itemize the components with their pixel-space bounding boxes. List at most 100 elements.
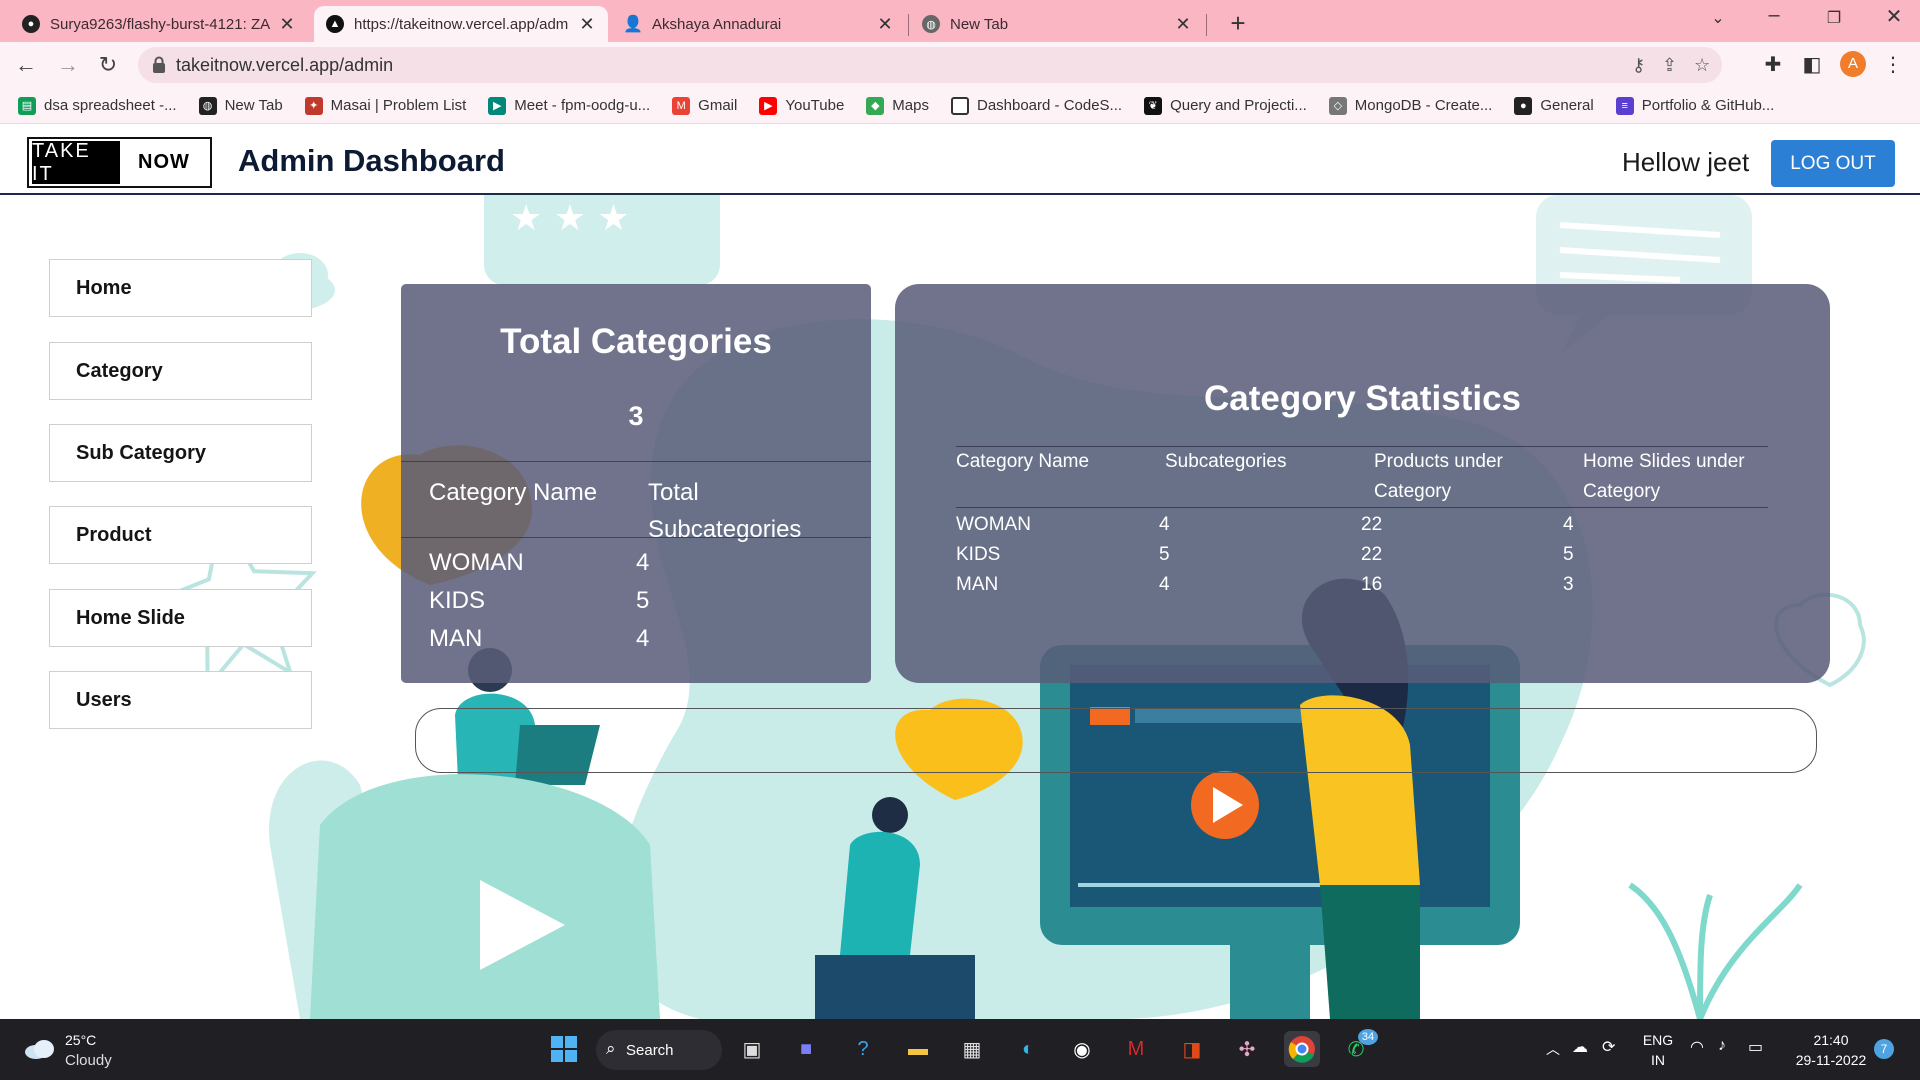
windows-start-icon[interactable] <box>546 1031 582 1067</box>
table-cell-products: 16 <box>1361 574 1383 595</box>
show-hidden-icons-chevron-icon[interactable]: ︿ <box>1546 1039 1560 1059</box>
close-icon[interactable]: ✕ <box>876 14 894 35</box>
star-icon[interactable]: ☆ <box>1694 55 1710 76</box>
bookmark-item[interactable]: ▤ dsa spreadsheet -... <box>18 96 177 115</box>
empty-rounded-panel <box>415 708 1817 773</box>
column-header-category-name: Category Name <box>429 479 598 506</box>
input-region[interactable]: IN <box>1640 1052 1676 1068</box>
bookmark-label: YouTube <box>785 97 845 114</box>
clock-time[interactable]: 21:40 <box>1786 1032 1876 1048</box>
square-icon <box>950 96 969 115</box>
share-icon[interactable]: ⇪ <box>1662 55 1677 76</box>
browser-tab-github[interactable]: ● Surya9263/flashy-burst-4121: ZA ✕ <box>10 6 308 42</box>
bookmark-label: Portfolio & GitHub... <box>1641 97 1775 114</box>
menu-kebab-icon[interactable]: ⋮ <box>1878 50 1908 80</box>
battery-icon[interactable]: ▭ <box>1748 1037 1763 1057</box>
bookmark-label: New Tab <box>224 97 283 114</box>
table-cell-name: KIDS <box>956 544 1001 565</box>
bookmark-item[interactable]: ◍ New Tab <box>198 96 283 115</box>
table-cell-slides: 5 <box>1563 544 1574 565</box>
window-close-icon[interactable]: ✕ <box>1874 4 1914 29</box>
extensions-icon[interactable]: ✚ <box>1758 50 1788 80</box>
file-explorer-icon[interactable]: ▬ <box>900 1031 936 1067</box>
bookmark-label: Masai | Problem List <box>330 97 467 114</box>
logout-button[interactable]: LOG OUT <box>1771 140 1895 187</box>
github-desktop-icon[interactable]: ◉ <box>1064 1031 1100 1067</box>
sidebar-item-home-slide[interactable]: Home Slide <box>49 589 312 647</box>
take-it-now-logo[interactable]: TAKE IT NOW <box>27 137 212 188</box>
sidebar-item-category[interactable]: Category <box>49 342 312 400</box>
sheets-icon: ▤ <box>18 96 36 115</box>
masai-icon: ✦ <box>304 96 323 115</box>
help-icon[interactable]: ? <box>845 1031 881 1067</box>
key-icon[interactable]: ⚷ <box>1632 55 1645 76</box>
total-categories-title: Total Categories <box>500 322 772 361</box>
sidebar-item-users[interactable]: Users <box>49 671 312 729</box>
browser-toolbar: ← → ↻ takeitnow.vercel.app/admin ⚷ ⇪ ☆ ✚… <box>0 42 1920 88</box>
table-cell-subcategories: 4 <box>1159 574 1170 595</box>
bookmark-item[interactable]: ● General <box>1514 96 1594 115</box>
sync-icon[interactable]: ⟳ <box>1602 1037 1615 1057</box>
browser-tab-admin[interactable]: ▲ https://takeitnow.vercel.app/adm ✕ <box>314 6 608 42</box>
bookmark-item[interactable]: ✦ Masai | Problem List <box>304 96 467 115</box>
profile-avatar[interactable]: A <box>1840 51 1866 77</box>
person-icon: 👤 <box>623 16 643 33</box>
mongodb-leaf-icon: ❦ <box>1144 96 1163 115</box>
edge-icon[interactable]: ◐ <box>1010 1031 1046 1067</box>
close-icon[interactable]: ✕ <box>578 14 596 35</box>
sidebar-item-home[interactable]: Home <box>49 259 312 317</box>
wifi-icon[interactable]: ◠ <box>1690 1037 1704 1057</box>
bookmark-item[interactable]: ◆ Maps <box>866 96 929 115</box>
bookmark-item[interactable]: ◇ MongoDB - Create... <box>1328 96 1492 115</box>
microsoft-store-icon[interactable]: ▦ <box>954 1031 990 1067</box>
close-icon[interactable]: ✕ <box>1174 14 1192 35</box>
forward-icon[interactable]: → <box>52 49 84 81</box>
bookmark-item[interactable]: M Gmail <box>672 96 737 115</box>
sidebar-item-sub-category[interactable]: Sub Category <box>49 424 312 482</box>
weather-description[interactable]: Cloudy <box>65 1052 112 1069</box>
back-icon[interactable]: ← <box>10 49 42 81</box>
input-language[interactable]: ENG <box>1640 1032 1676 1048</box>
teams-chat-icon[interactable]: ■ <box>788 1031 824 1067</box>
table-cell-count: 4 <box>636 625 650 652</box>
volume-icon[interactable]: ♪ <box>1718 1037 1726 1055</box>
taskbar-search[interactable]: ⌕ Search <box>596 1030 722 1070</box>
bookmark-item[interactable]: Dashboard - CodeS... <box>950 96 1123 115</box>
table-cell-products: 22 <box>1361 544 1383 565</box>
clock-date[interactable]: 29-11-2022 <box>1786 1052 1876 1068</box>
address-bar[interactable]: takeitnow.vercel.app/admin ⚷ ⇪ ☆ <box>138 47 1722 83</box>
table-cell-name: MAN <box>956 574 999 595</box>
mcafee-icon[interactable]: M <box>1118 1031 1154 1067</box>
table-cell-slides: 3 <box>1563 574 1574 595</box>
task-view-icon[interactable]: ▣ <box>734 1031 770 1067</box>
svg-text:★ ★ ★: ★ ★ ★ <box>510 198 630 239</box>
restore-icon[interactable]: ❐ <box>1814 8 1854 28</box>
table-cell-slides: 4 <box>1563 514 1574 535</box>
minimize-icon[interactable]: – <box>1754 4 1794 27</box>
sidebar-item-product[interactable]: Product <box>49 506 312 564</box>
notification-count-badge[interactable]: 7 <box>1874 1039 1894 1059</box>
bookmark-item[interactable]: ▶ Meet - fpm-oodg-u... <box>488 96 650 115</box>
reload-icon[interactable]: ↻ <box>92 49 124 81</box>
gmail-icon: M <box>672 96 691 115</box>
column-header-home-slides: Home Slides under Category <box>1583 451 1745 502</box>
browser-tab-akshaya[interactable]: 👤 Akshaya Annadurai ✕ <box>612 6 906 42</box>
new-tab-button[interactable]: + <box>1222 8 1254 40</box>
tab-search-chevron-icon[interactable]: ⌄ <box>1698 8 1738 28</box>
slack-icon[interactable]: ✣ <box>1229 1031 1265 1067</box>
chrome-icon[interactable] <box>1284 1031 1320 1067</box>
bookmark-item[interactable]: ≡ Portfolio & GitHub... <box>1615 96 1775 115</box>
office-icon[interactable]: ◨ <box>1174 1031 1210 1067</box>
weather-temperature[interactable]: 25°C <box>65 1032 96 1048</box>
bookmark-item[interactable]: ▶ YouTube <box>759 96 845 115</box>
bookmark-label: dsa spreadsheet -... <box>44 97 177 114</box>
divider <box>401 461 871 462</box>
table-cell-name: WOMAN <box>956 514 1031 535</box>
sidepanel-icon[interactable]: ◧ <box>1797 50 1827 80</box>
list-icon: ≡ <box>1615 96 1634 115</box>
browser-tab-newtab[interactable]: ◍ New Tab ✕ <box>910 6 1204 42</box>
bookmark-label: Dashboard - CodeS... <box>976 97 1123 114</box>
bookmark-item[interactable]: ❦ Query and Projecti... <box>1144 96 1307 115</box>
close-icon[interactable]: ✕ <box>278 14 296 35</box>
onedrive-icon[interactable]: ☁ <box>1572 1037 1588 1057</box>
